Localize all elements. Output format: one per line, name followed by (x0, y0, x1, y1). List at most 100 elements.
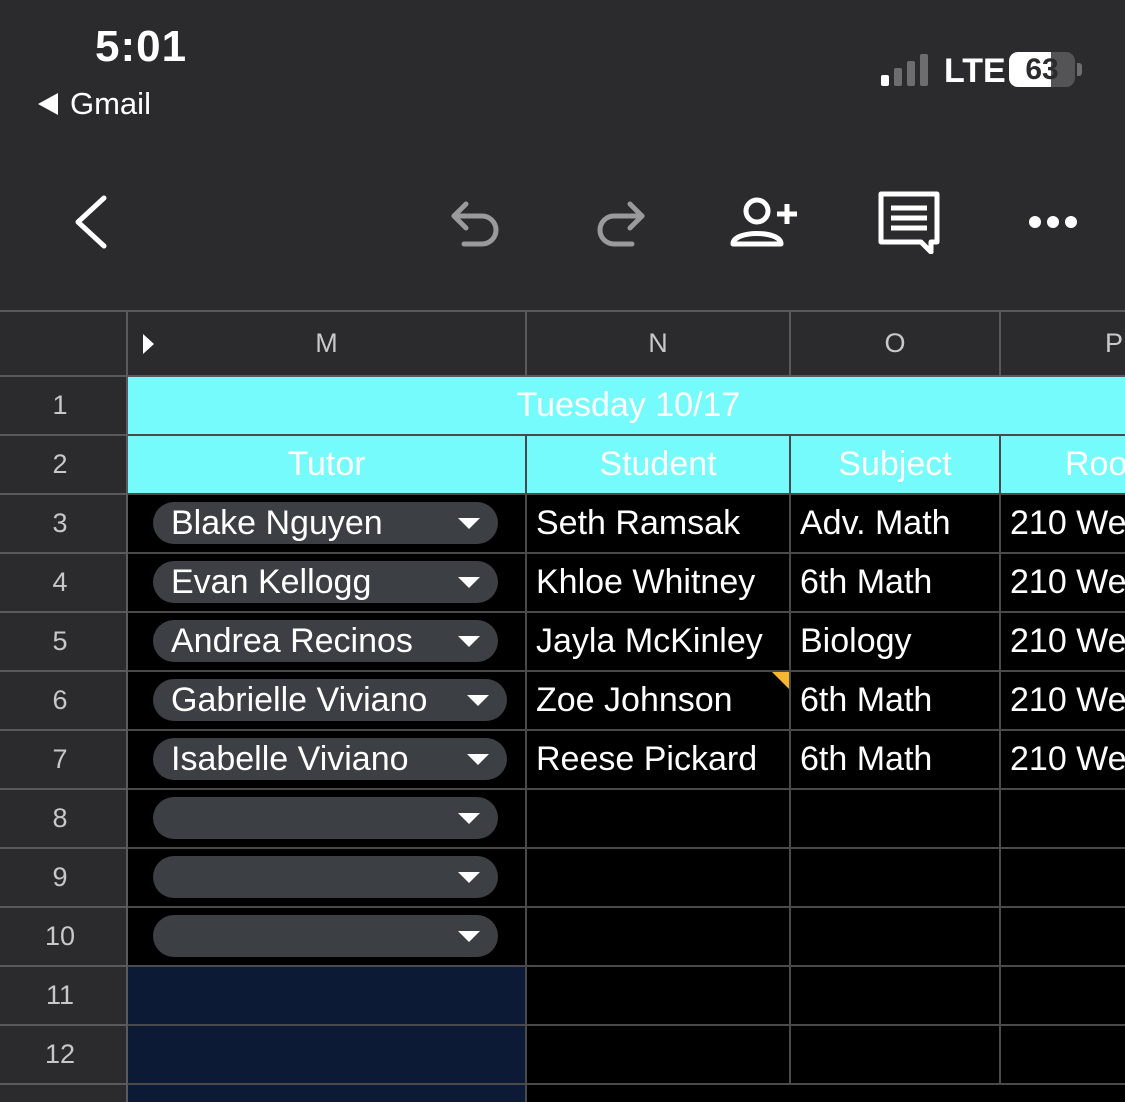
cell-text: 6th Math (800, 740, 933, 778)
tutor-dropdown-chip[interactable] (153, 797, 498, 839)
tutor-cell[interactable]: Andrea Recinos (128, 613, 527, 672)
tutor-cell[interactable] (128, 908, 527, 967)
header-cell-room[interactable]: Roo (1001, 436, 1125, 495)
subject-cell[interactable]: 6th Math (791, 731, 1001, 790)
add-person-icon[interactable] (729, 196, 801, 248)
tutor-cell[interactable]: Blake Nguyen (128, 495, 527, 554)
header-label: Subject (838, 445, 952, 483)
row-header[interactable]: 7 (0, 731, 128, 790)
cell-text: 210 We (1010, 681, 1125, 719)
room-cell[interactable]: 210 We (1001, 731, 1125, 790)
student-cell[interactable] (527, 790, 791, 849)
column-header-m[interactable]: M (128, 310, 527, 377)
signal-bar (881, 75, 889, 86)
subject-cell[interactable]: 6th Math (791, 672, 1001, 731)
selected-cell[interactable] (128, 967, 527, 1026)
signal-strength-icon (881, 52, 928, 86)
room-cell[interactable] (1001, 790, 1125, 849)
subject-cell[interactable]: Adv. Math (791, 495, 1001, 554)
dropdown-arrow-icon (467, 695, 489, 706)
table-cell[interactable] (791, 967, 1001, 1026)
back-chevron-icon[interactable] (70, 194, 114, 250)
expand-columns-icon[interactable] (143, 334, 154, 354)
room-cell[interactable]: 210 We (1001, 672, 1125, 731)
row-header[interactable]: 10 (0, 908, 128, 967)
tutor-cell[interactable] (128, 790, 527, 849)
tutor-dropdown-chip[interactable]: Gabrielle Viviano (153, 679, 507, 721)
row-header[interactable]: 3 (0, 495, 128, 554)
tutor-cell[interactable]: Gabrielle Viviano (128, 672, 527, 731)
tutor-dropdown-chip[interactable]: Andrea Recinos (153, 620, 498, 662)
table-cell[interactable] (527, 967, 791, 1026)
subject-cell[interactable] (791, 790, 1001, 849)
student-cell[interactable]: Reese Pickard (527, 731, 791, 790)
dropdown-arrow-icon (458, 813, 480, 824)
selected-cell[interactable] (128, 1026, 527, 1085)
subject-cell[interactable] (791, 849, 1001, 908)
undo-icon[interactable] (448, 196, 504, 248)
comment-icon[interactable] (877, 190, 941, 254)
room-cell[interactable]: 210 We (1001, 554, 1125, 613)
row-header[interactable]: 4 (0, 554, 128, 613)
student-cell[interactable] (527, 849, 791, 908)
room-cell[interactable] (1001, 908, 1125, 967)
header-cell-tutor[interactable]: Tutor (128, 436, 527, 495)
tutor-name: Evan Kellogg (171, 562, 372, 601)
tutor-cell[interactable]: Isabelle Viviano (128, 731, 527, 790)
tutor-dropdown-chip[interactable] (153, 915, 498, 957)
back-app-label: Gmail (70, 86, 151, 121)
header-cell-subject[interactable]: Subject (791, 436, 1001, 495)
student-cell[interactable]: Jayla McKinley (527, 613, 791, 672)
tutor-cell[interactable] (128, 849, 527, 908)
tutor-dropdown-chip[interactable]: Evan Kellogg (153, 561, 498, 603)
column-header-o[interactable]: O (791, 310, 1001, 377)
cell-text: 210 We (1010, 740, 1125, 778)
dropdown-arrow-icon (467, 754, 489, 765)
row-header[interactable]: 12 (0, 1026, 128, 1085)
table-cell[interactable] (527, 1026, 791, 1085)
tutor-dropdown-chip[interactable]: Blake Nguyen (153, 502, 498, 544)
select-all-corner[interactable] (0, 310, 128, 377)
student-cell[interactable]: Seth Ramsak (527, 495, 791, 554)
cell-text: 6th Math (800, 563, 933, 601)
cell-text: Jayla McKinley (536, 622, 763, 660)
row-header[interactable]: 11 (0, 967, 128, 1026)
room-cell[interactable] (1001, 849, 1125, 908)
tutor-dropdown-chip[interactable] (153, 856, 498, 898)
subject-cell[interactable]: Biology (791, 613, 1001, 672)
header-label: Tutor (287, 445, 366, 483)
room-cell[interactable]: 210 We (1001, 495, 1125, 554)
comment-marker-icon[interactable] (772, 672, 789, 689)
room-cell[interactable]: 210 We (1001, 613, 1125, 672)
row-header[interactable]: 9 (0, 849, 128, 908)
row-header[interactable]: 8 (0, 790, 128, 849)
column-header-p[interactable]: P (1001, 310, 1125, 377)
row-header[interactable]: 2 (0, 436, 128, 495)
title-cell[interactable]: Tuesday 10/17 (128, 377, 1125, 436)
table-cell[interactable] (1001, 967, 1125, 1026)
row-header[interactable]: 1 (0, 377, 128, 436)
spreadsheet-grid: M N O P 1 2 3 4 5 6 7 8 9 10 11 12 Tuesd… (0, 310, 1125, 1102)
row-header[interactable]: 5 (0, 613, 128, 672)
cell-text: Khloe Whitney (536, 563, 756, 601)
cell-text: 6th Math (800, 681, 933, 719)
table-cell[interactable] (1001, 1026, 1125, 1085)
subject-cell[interactable]: 6th Math (791, 554, 1001, 613)
sheet-toolbar (0, 150, 1125, 310)
tutor-cell[interactable]: Evan Kellogg (128, 554, 527, 613)
redo-icon[interactable] (592, 196, 648, 248)
column-header-n[interactable]: N (527, 310, 791, 377)
student-cell[interactable]: Khloe Whitney (527, 554, 791, 613)
tutor-name: Andrea Recinos (171, 621, 413, 660)
cell-text: Adv. Math (800, 504, 951, 542)
back-to-app-link[interactable]: Gmail (38, 86, 151, 122)
row-header[interactable]: 6 (0, 672, 128, 731)
more-icon[interactable] (1026, 210, 1080, 234)
subject-cell[interactable] (791, 908, 1001, 967)
student-cell[interactable] (527, 908, 791, 967)
header-cell-student[interactable]: Student (527, 436, 791, 495)
tutor-dropdown-chip[interactable]: Isabelle Viviano (153, 738, 507, 780)
selected-cell[interactable] (128, 1085, 527, 1102)
student-cell[interactable]: Zoe Johnson (527, 672, 791, 731)
table-cell[interactable] (791, 1026, 1001, 1085)
